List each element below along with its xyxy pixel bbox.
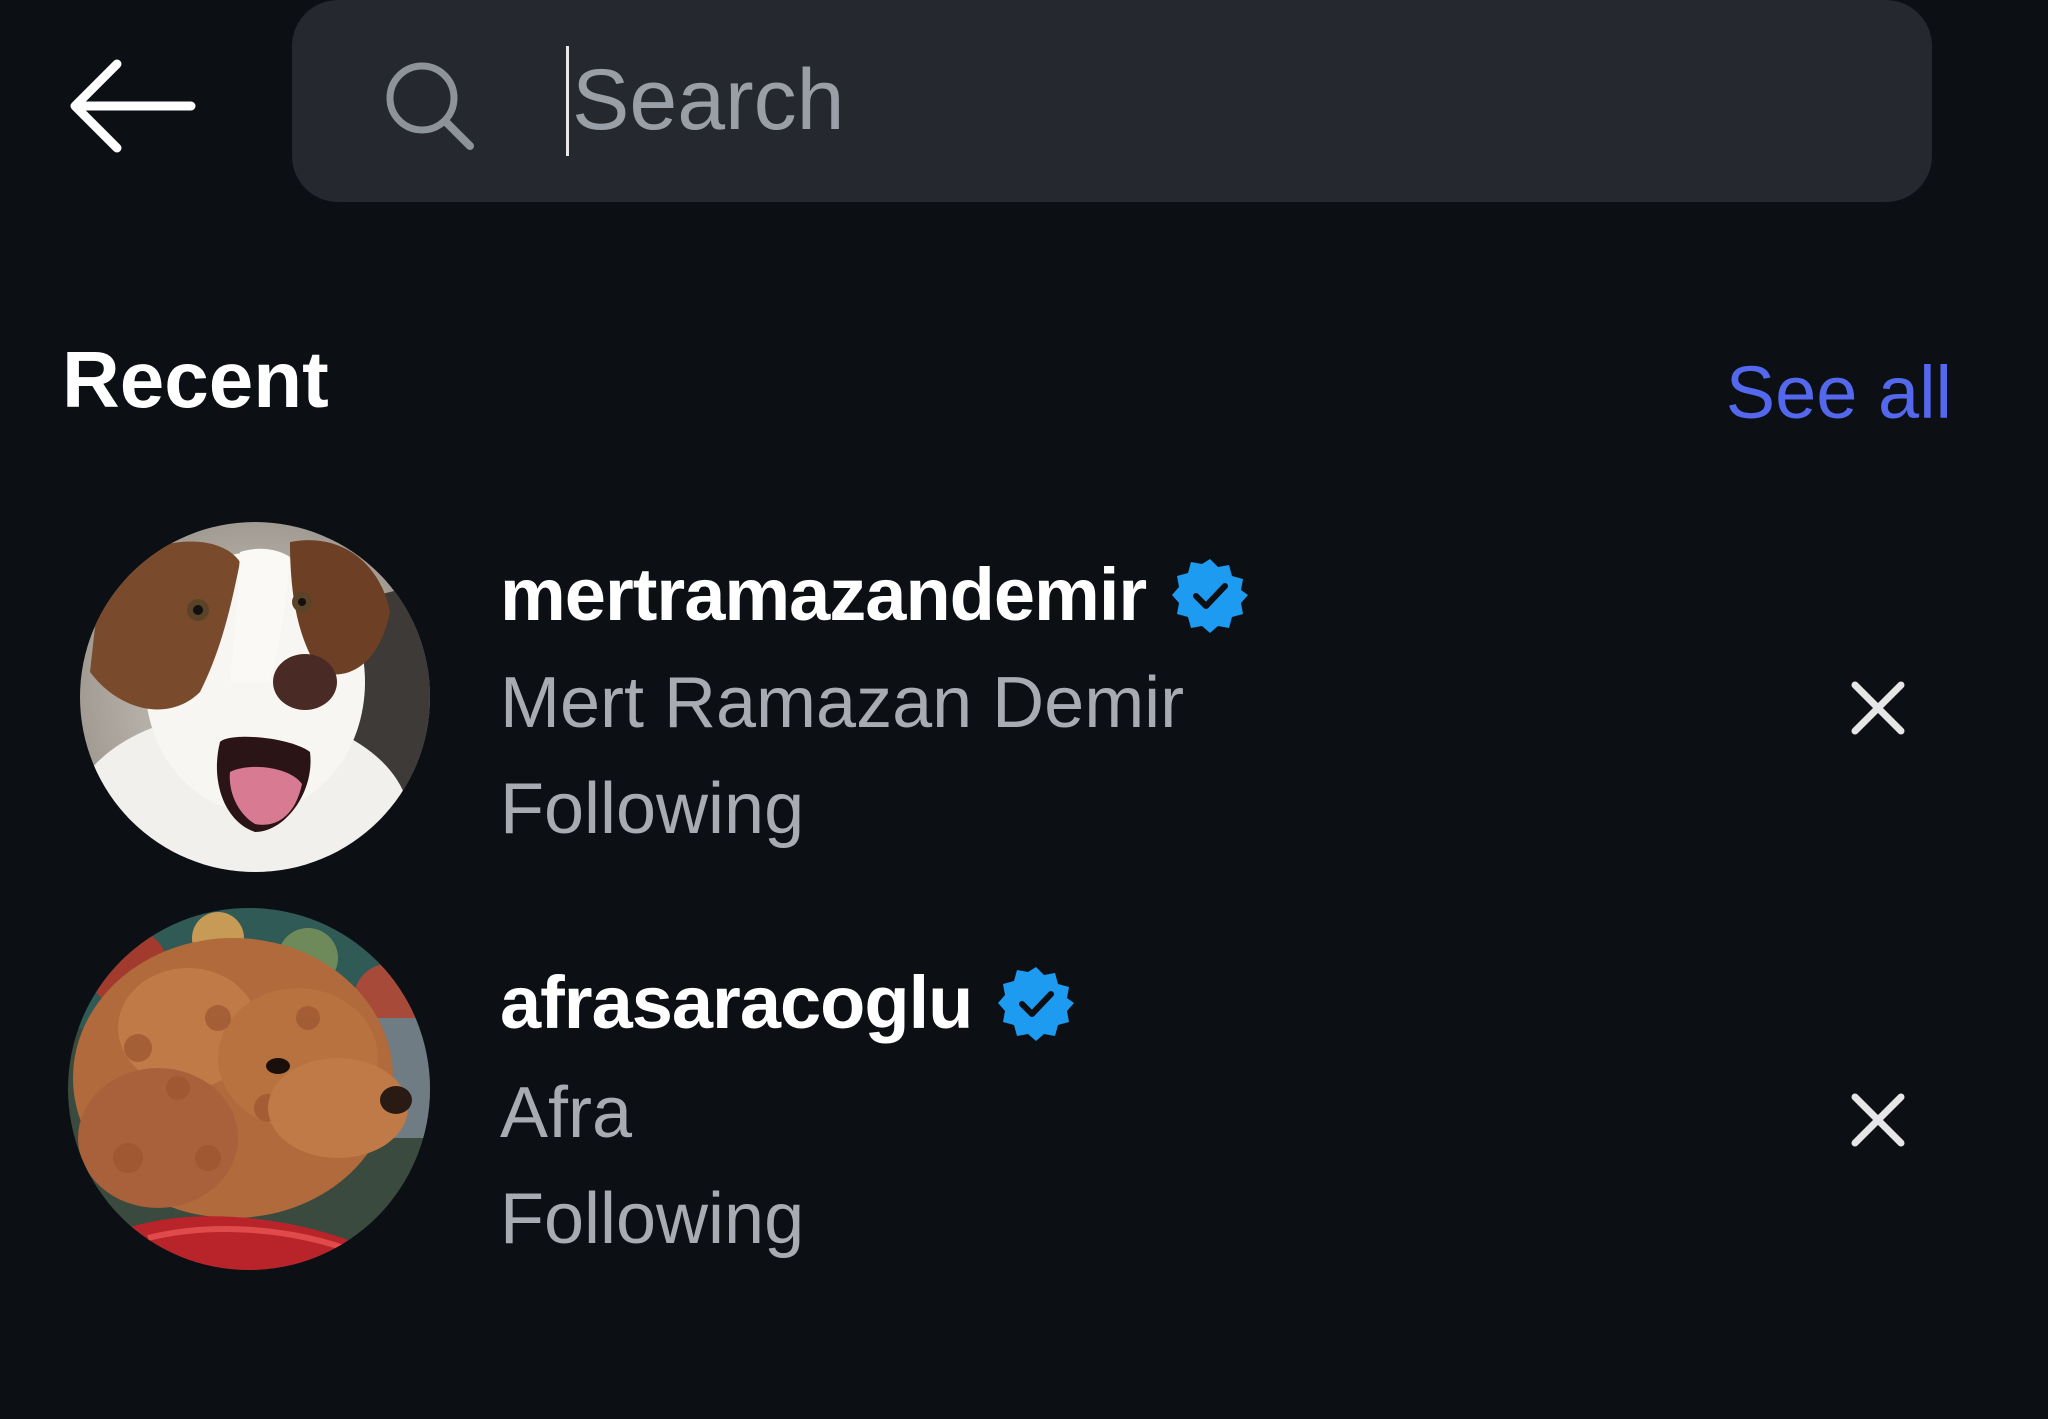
- arrow-left-icon: [70, 59, 196, 153]
- search-icon: [386, 62, 474, 150]
- verified-badge-icon: [998, 966, 1075, 1041]
- search-bar[interactable]: [292, 0, 1932, 202]
- see-all-link[interactable]: See all: [1726, 350, 1952, 435]
- follow-status: Following: [500, 769, 805, 849]
- recent-item[interactable]: mertramazandemir Mert Ramazan Demir Foll…: [0, 516, 2048, 876]
- remove-recent-button[interactable]: [1838, 668, 1918, 748]
- username[interactable]: afrasaracoglu: [500, 960, 973, 1045]
- text-cursor: [566, 46, 569, 156]
- remove-recent-button[interactable]: [1838, 1080, 1918, 1160]
- avatar-dog-border-collie: [80, 522, 430, 872]
- full-name: Mert Ramazan Demir: [500, 663, 1185, 743]
- search-input[interactable]: [566, 44, 1872, 156]
- username[interactable]: mertramazandemir: [500, 552, 1147, 637]
- verified-badge-icon: [1172, 558, 1249, 633]
- avatar[interactable]: [68, 908, 430, 1270]
- close-icon: [1851, 681, 1905, 735]
- avatar-dog-poodle: [68, 908, 430, 1270]
- follow-status: Following: [500, 1179, 805, 1259]
- recent-item[interactable]: afrasaracoglu Afra Following: [0, 900, 2048, 1270]
- back-button[interactable]: [56, 46, 206, 166]
- close-icon: [1851, 1093, 1905, 1147]
- recent-section-title: Recent: [62, 335, 329, 424]
- full-name: Afra: [500, 1073, 633, 1153]
- avatar[interactable]: [80, 522, 430, 872]
